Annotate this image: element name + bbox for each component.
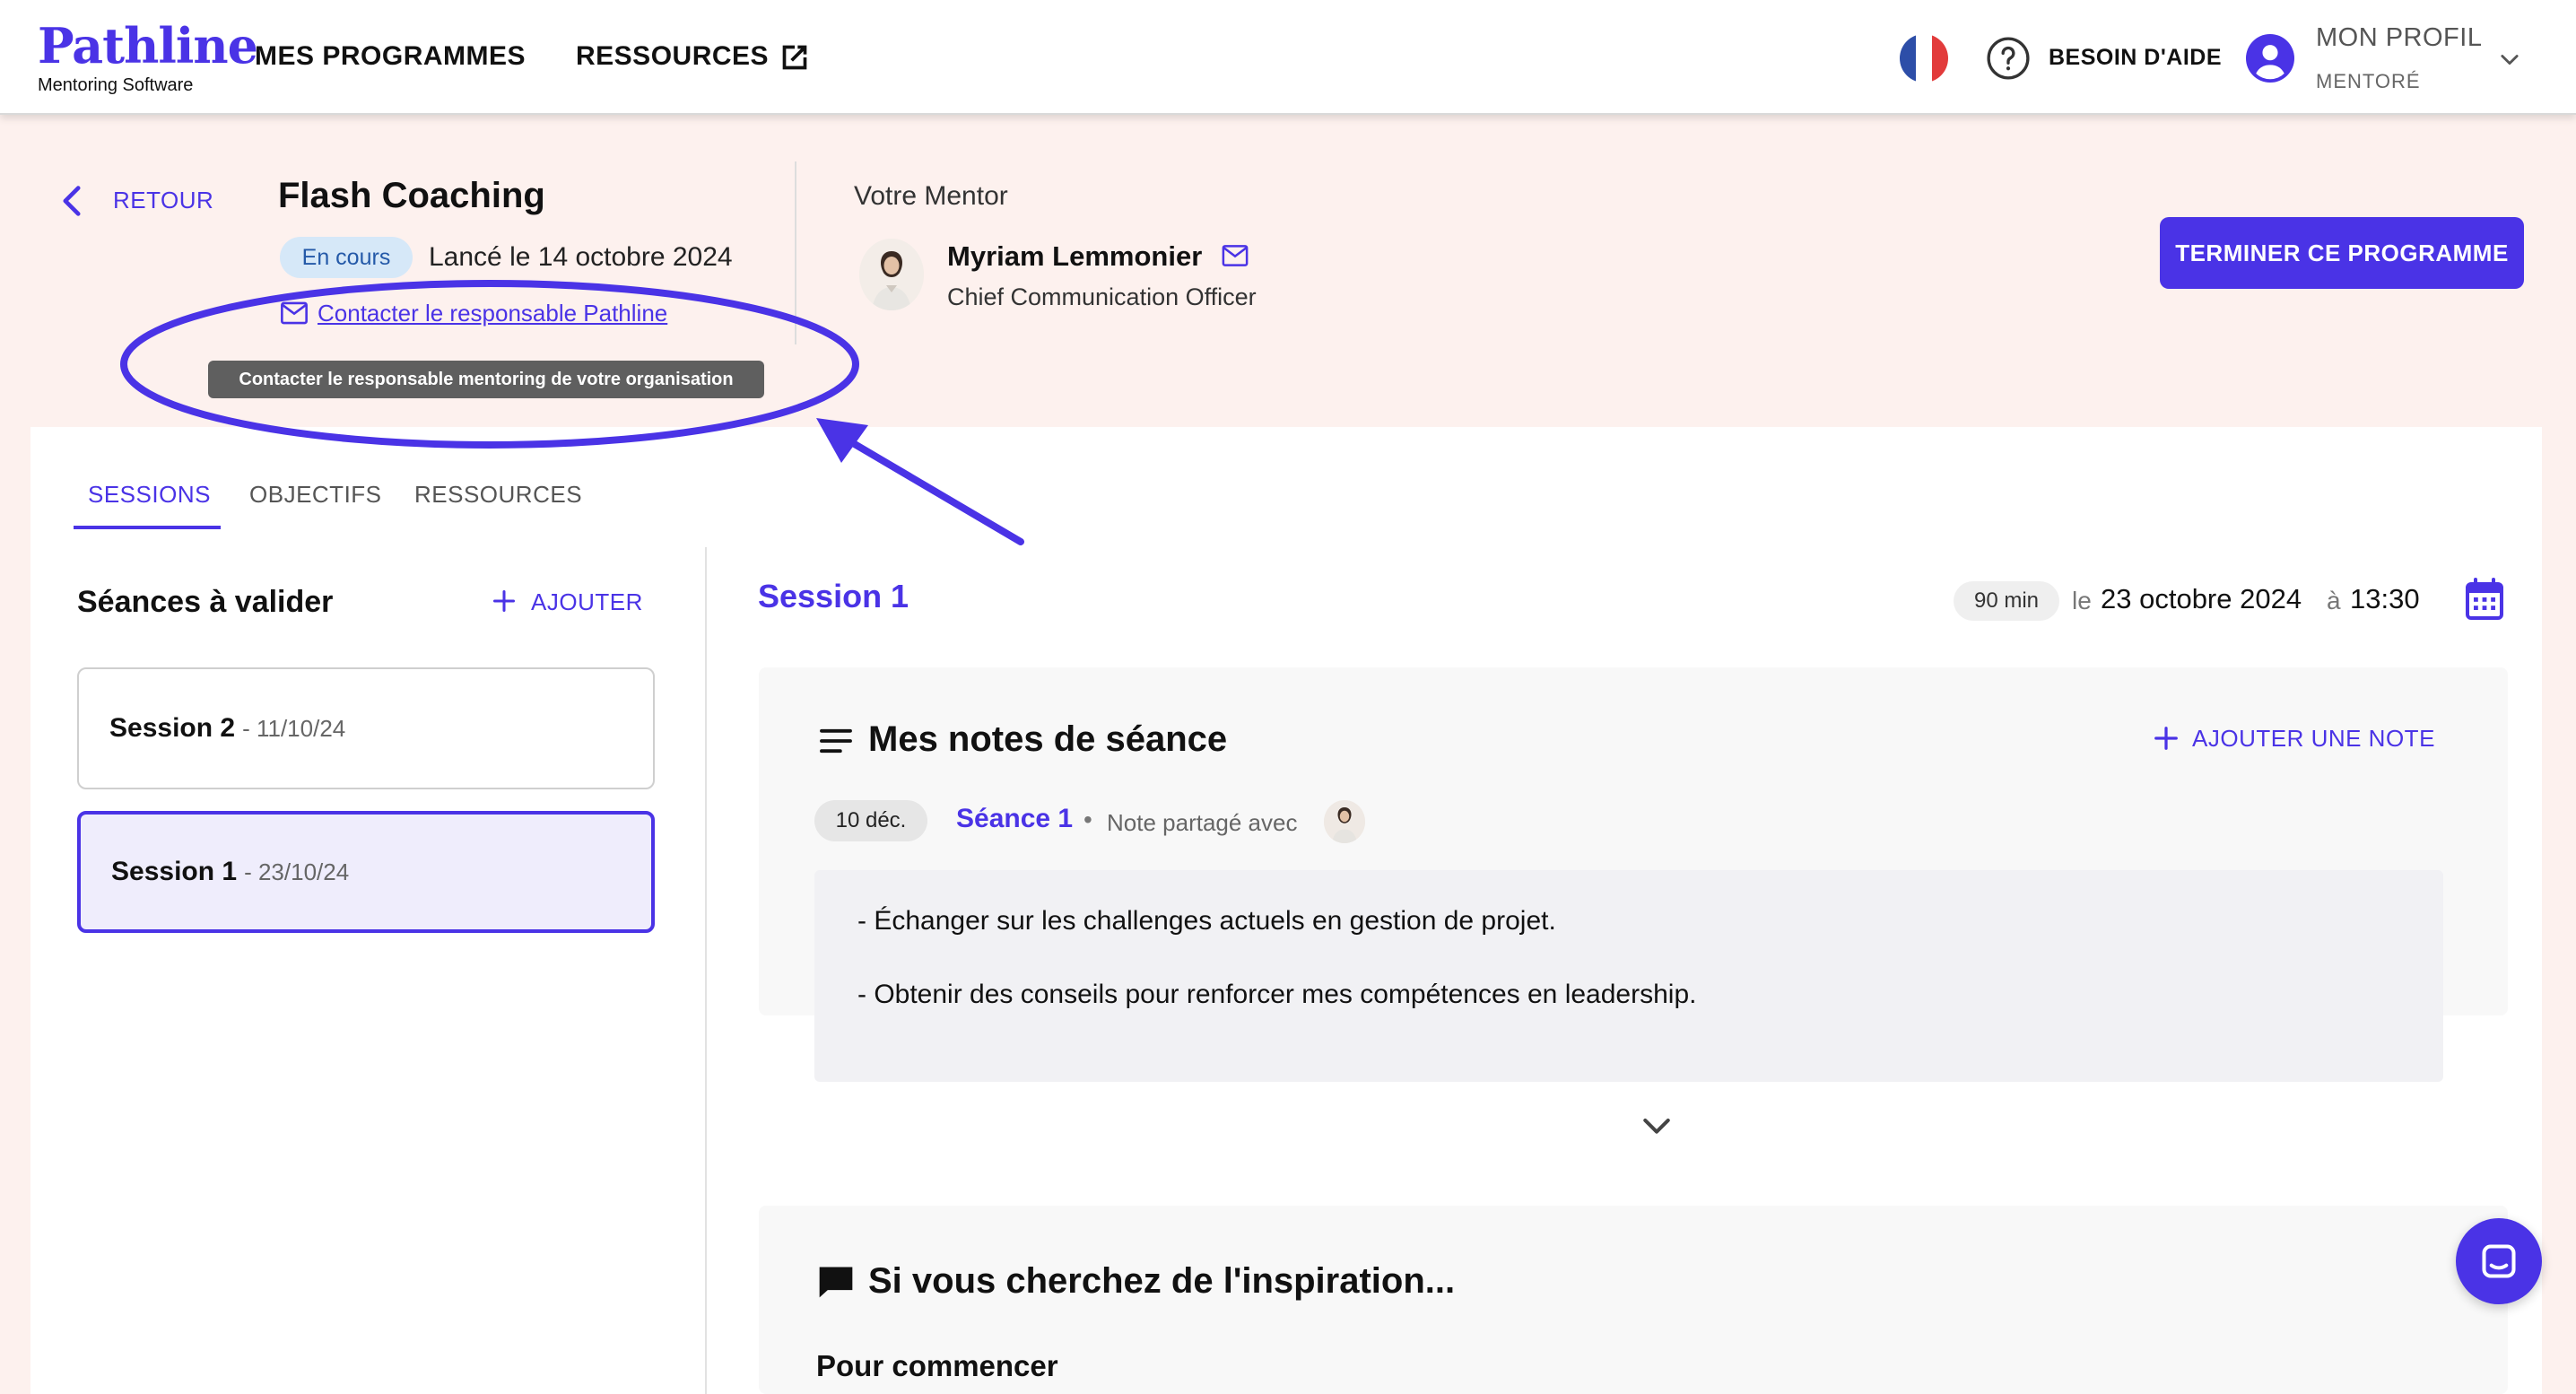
launch-date: Lancé le 14 octobre 2024 <box>429 242 733 272</box>
contact-manager-link[interactable]: Contacter le responsable Pathline <box>318 300 667 327</box>
chat-icon <box>2482 1244 2516 1278</box>
session-date: 23 octobre 2024 <box>2101 583 2302 614</box>
session-name: Session 2 <box>109 713 236 743</box>
main-card: SESSIONS OBJECTIFS RESSOURCES Séances à … <box>30 427 2542 1394</box>
session-name: Session 1 <box>111 857 238 886</box>
nav-mes-programmes[interactable]: MES PROGRAMMES <box>255 41 526 72</box>
mentor-label: Votre Mentor <box>854 181 1008 211</box>
session-card-selected[interactable]: Session 1 - 23/10/24 <box>77 811 655 933</box>
sessions-heading: Séances à valider <box>77 585 334 619</box>
active-tab-indicator <box>74 526 221 529</box>
profile-title[interactable]: MON PROFIL <box>2316 23 2482 53</box>
inspiration-subtitle: Pour commencer <box>816 1349 1058 1382</box>
chevron-down-icon[interactable] <box>2497 47 2522 72</box>
plus-icon[interactable] <box>492 588 517 614</box>
status-badge: En cours <box>280 237 413 278</box>
note-session-link[interactable]: Séance 1 <box>956 804 1073 834</box>
inspiration-card: Si vous cherchez de l'inspiration... Pou… <box>759 1206 2508 1394</box>
session-card[interactable]: Session 2 - 11/10/24 <box>77 667 655 789</box>
help-label[interactable]: BESOIN D'AIDE <box>2049 45 2222 71</box>
mentor-avatar <box>859 239 924 310</box>
add-session-button[interactable]: AJOUTER <box>531 588 643 616</box>
chat-launcher-button[interactable] <box>2456 1218 2542 1304</box>
chat-bubble-icon <box>819 1267 853 1298</box>
shared-avatar <box>1324 800 1365 843</box>
back-button[interactable]: RETOUR <box>113 187 213 214</box>
inspiration-title: Si vous cherchez de l'inspiration... <box>868 1261 1456 1301</box>
add-note-button[interactable]: AJOUTER UNE NOTE <box>2192 725 2435 753</box>
note-line: - Obtenir des conseils pour renforcer me… <box>857 980 1697 1009</box>
tab-ressources[interactable]: RESSOURCES <box>414 481 582 509</box>
pathline-logo[interactable]: Pathline Mentoring Software <box>38 17 258 96</box>
session-date: - 23/10/24 <box>244 858 350 885</box>
date-prefix: le <box>2072 587 2092 614</box>
program-title: Flash Coaching <box>278 176 545 215</box>
mentor-role: Chief Communication Officer <box>947 283 1257 310</box>
tab-sessions[interactable]: SESSIONS <box>88 481 211 509</box>
contact-tooltip: Contacter le responsable mentoring de vo… <box>208 361 764 398</box>
user-circle-icon[interactable] <box>2246 34 2294 83</box>
plus-icon[interactable] <box>2153 725 2180 752</box>
chevron-left-icon[interactable] <box>59 185 84 217</box>
note-line: - Échanger sur les challenges actuels en… <box>857 906 1556 936</box>
mail-icon <box>281 301 308 325</box>
help-circle-icon[interactable] <box>1986 36 2031 81</box>
session-detail-title: Session 1 <box>758 578 909 614</box>
mentor-mail-icon[interactable] <box>1222 244 1249 267</box>
notes-title: Mes notes de séance <box>868 719 1228 759</box>
top-bar: Pathline Mentoring Software MES PROGRAMM… <box>0 0 2576 115</box>
note-shared-text: Note partagé avec <box>1107 809 1298 836</box>
note-date-badge: 10 déc. <box>814 800 927 841</box>
logo-name: Pathline <box>38 17 258 74</box>
session-date: - 11/10/24 <box>242 714 346 742</box>
header-divider <box>795 161 796 344</box>
nav-ressources[interactable]: RESSOURCES <box>576 41 769 72</box>
tab-objectifs[interactable]: OBJECTIFS <box>249 481 382 509</box>
panel-divider <box>705 547 707 1394</box>
mentor-name: Myriam Lemmonier <box>947 240 1203 272</box>
notes-card: Mes notes de séance AJOUTER UNE NOTE 10 … <box>759 667 2508 1134</box>
time-prefix: à <box>2327 587 2341 614</box>
note-separator: • <box>1083 806 1092 833</box>
france-flag-icon[interactable] <box>1900 34 1948 83</box>
end-program-button[interactable]: TERMINER CE PROGRAMME <box>2160 217 2524 289</box>
notes-lines-icon <box>820 728 852 754</box>
session-time: 13:30 <box>2350 583 2420 614</box>
external-link-icon[interactable] <box>777 39 813 75</box>
calendar-icon[interactable] <box>2465 578 2504 621</box>
chevron-down-icon[interactable] <box>1641 1116 1672 1137</box>
profile-role: MENTORÉ <box>2316 70 2421 92</box>
note-body: - Échanger sur les challenges actuels en… <box>814 870 2443 1082</box>
duration-badge: 90 min <box>1954 581 2059 621</box>
logo-subtitle: Mentoring Software <box>38 75 194 95</box>
